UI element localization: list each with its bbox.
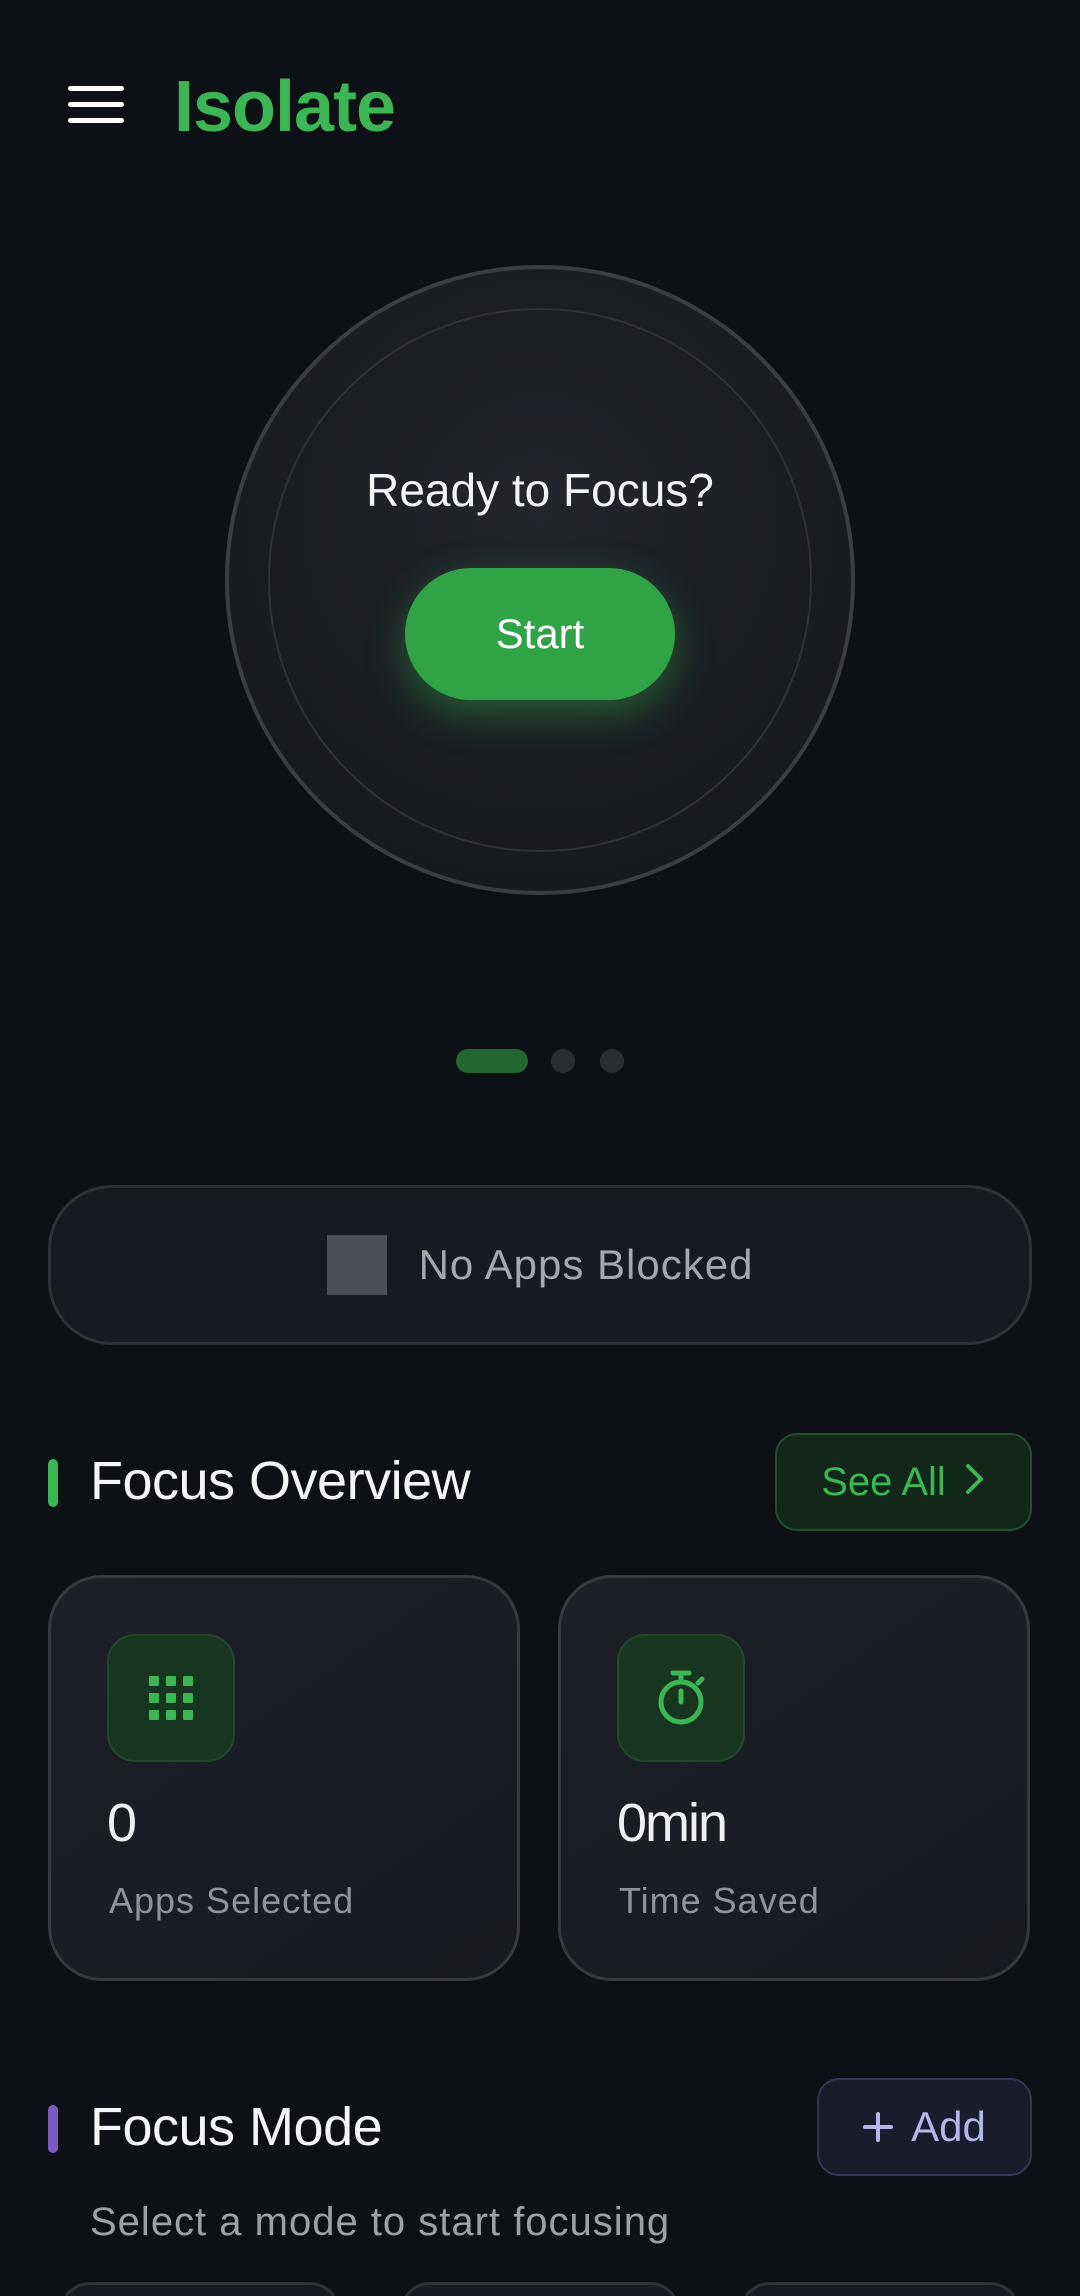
stat-label: Apps Selected: [109, 1880, 355, 1921]
focus-mode-subtitle: Select a mode to start focusing: [90, 2200, 671, 2244]
mode-card[interactable]: [400, 2282, 680, 2296]
stat-value: 0min: [617, 1793, 728, 1853]
app-title: Isolate: [174, 67, 396, 147]
add-mode-button[interactable]: Add: [817, 2078, 1032, 2176]
add-label: Add: [911, 2103, 986, 2150]
start-button[interactable]: Start: [405, 568, 675, 700]
pager-dot-active[interactable]: [456, 1049, 528, 1073]
pager-dot[interactable]: [551, 1049, 575, 1073]
stat-card-apps-selected[interactable]: 0 Apps Selected: [48, 1575, 520, 1981]
see-all-label: See All: [821, 1459, 946, 1504]
focus-prompt: Ready to Focus?: [366, 464, 714, 516]
stat-card-time-saved[interactable]: 0min Time Saved: [558, 1575, 1030, 1981]
blocked-apps-label: No Apps Blocked: [418, 1241, 754, 1288]
focus-mode-title: Focus Mode: [90, 2097, 383, 2157]
section-accent-bar: [48, 2105, 58, 2153]
focus-overview-title: Focus Overview: [90, 1451, 471, 1511]
screen: Isolate Ready to Focus? Start No Apps Bl…: [0, 0, 1080, 2296]
mode-card[interactable]: [60, 2282, 340, 2296]
plus-icon: [863, 2103, 894, 2151]
mode-card[interactable]: [740, 2282, 1020, 2296]
hamburger-menu-icon[interactable]: [68, 84, 124, 126]
blocked-apps-bar[interactable]: No Apps Blocked: [48, 1185, 1032, 1345]
section-accent-bar: [48, 1459, 58, 1507]
stopwatch-icon: [617, 1634, 745, 1762]
chevron-right-icon: [964, 1462, 986, 1502]
stat-value: 0: [107, 1793, 137, 1853]
stat-label: Time Saved: [619, 1880, 820, 1921]
apps-grid-icon: [107, 1634, 235, 1762]
pager-dot[interactable]: [600, 1049, 624, 1073]
see-all-button[interactable]: See All: [775, 1433, 1032, 1531]
top-app-bar: Isolate: [0, 0, 1080, 210]
app-placeholder-icon: [326, 1235, 387, 1295]
